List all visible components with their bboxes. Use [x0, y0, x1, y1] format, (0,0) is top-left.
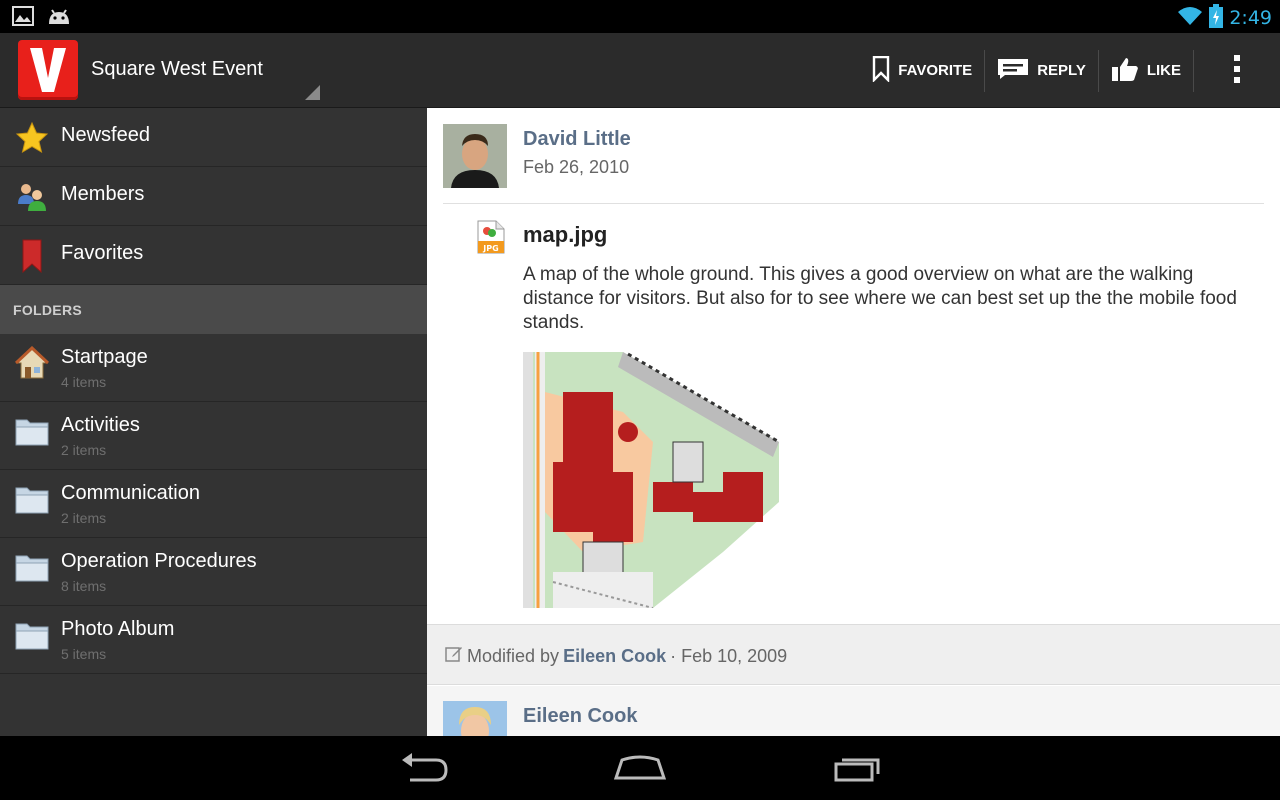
reply-label: REPLY [1037, 62, 1086, 79]
modified-date: · Feb 10, 2009 [670, 646, 788, 666]
file-name[interactable]: map.jpg [523, 222, 607, 248]
folder-label: Photo Album [61, 618, 175, 640]
post-header: David Little Feb 26, 2010 [443, 124, 1264, 204]
spinner-indicator-icon[interactable] [305, 85, 320, 100]
avatar[interactable] [443, 124, 507, 188]
sidebar-item-favorites[interactable]: Favorites [0, 226, 427, 285]
post-detail-pane: David Little Feb 26, 2010 JPG map.jpg A … [427, 108, 1280, 736]
folder-item-activities[interactable]: Activities 2 items [0, 402, 427, 470]
modified-by-link[interactable]: Eileen Cook [563, 646, 666, 667]
status-bar: 2:49 [0, 0, 1280, 33]
reply-button[interactable]: REPLY [985, 33, 1098, 108]
author-name-link[interactable]: Eileen Cook [523, 705, 637, 728]
home-outline-icon [610, 755, 670, 790]
folder-icon [15, 482, 49, 516]
sidebar-item-label: Members [61, 183, 145, 205]
sidebar: Newsfeed Members Favorites FOLDERS Start… [0, 108, 427, 736]
star-icon [15, 121, 49, 155]
sidebar-item-members[interactable]: Members [0, 167, 427, 226]
folder-icon [15, 414, 49, 448]
overflow-menu-button[interactable] [1194, 33, 1280, 108]
folder-label: Communication [61, 482, 200, 504]
map-image[interactable] [523, 352, 779, 608]
folders-header-label: FOLDERS [13, 302, 82, 318]
folders-section-header: FOLDERS [0, 285, 427, 334]
sidebar-item-newsfeed[interactable]: Newsfeed [0, 108, 427, 167]
home-icon [14, 345, 50, 380]
post-date: Feb 26, 2010 [523, 157, 630, 177]
folder-count: 8 items [61, 578, 107, 594]
reply-comment-icon [997, 58, 1029, 84]
members-icon [15, 180, 49, 214]
folder-item-photo-album[interactable]: Photo Album 5 items [0, 606, 427, 674]
home-button[interactable] [610, 750, 670, 786]
avatar[interactable] [443, 701, 507, 736]
author-name-link[interactable]: David Little [523, 128, 631, 151]
action-bar: Square West Event FAVORITE REPLY LIKE [0, 33, 1280, 108]
folder-label: Operation Procedures [61, 550, 257, 572]
folder-count: 2 items [61, 510, 107, 526]
recent-apps-icon [826, 758, 886, 790]
gallery-notification-icon [12, 6, 34, 30]
folder-item-operation-procedures[interactable]: Operation Procedures 8 items [0, 538, 427, 606]
back-arrow-icon [394, 753, 454, 790]
recents-button[interactable] [826, 750, 886, 786]
bookmark-outline-icon [872, 55, 890, 86]
modified-info-bar: Modified by Eileen Cook · Feb 10, 2009 [427, 624, 1280, 685]
folder-icon [15, 618, 49, 652]
sidebar-item-label: Newsfeed [61, 124, 150, 146]
folder-label: Startpage [61, 346, 148, 368]
folder-count: 2 items [61, 442, 107, 458]
folder-label: Activities [61, 414, 140, 436]
favorite-label: FAVORITE [898, 62, 973, 79]
next-post[interactable]: Eileen Cook [427, 686, 1280, 736]
file-type-badge: JPG [482, 244, 498, 253]
modified-prefix: Modified by [467, 646, 560, 666]
folder-count: 5 items [61, 646, 107, 662]
folder-icon [15, 550, 49, 584]
jpg-file-icon: JPG [476, 220, 506, 254]
system-nav-bar [0, 736, 1280, 800]
file-description: A map of the whole ground. This gives a … [523, 264, 1237, 333]
app-logo-icon[interactable] [18, 40, 78, 100]
wifi-icon [1177, 5, 1203, 31]
sidebar-item-label: Favorites [61, 242, 144, 264]
bookmark-icon [15, 239, 49, 274]
favorite-button[interactable]: FAVORITE [860, 33, 984, 108]
android-notification-icon [46, 6, 72, 30]
battery-icon [1209, 4, 1224, 32]
thumbs-up-icon [1111, 56, 1139, 86]
more-vert-icon [1233, 54, 1241, 88]
clock: 2:49 [1229, 7, 1272, 29]
folder-count: 4 items [61, 374, 107, 390]
app-title[interactable]: Square West Event [91, 58, 263, 81]
folder-item-startpage[interactable]: Startpage 4 items [0, 334, 427, 402]
like-label: LIKE [1146, 62, 1181, 79]
like-button[interactable]: LIKE [1099, 33, 1193, 108]
folder-item-communication[interactable]: Communication 2 items [0, 470, 427, 538]
back-button[interactable] [394, 750, 454, 786]
edit-pencil-icon [445, 645, 463, 668]
